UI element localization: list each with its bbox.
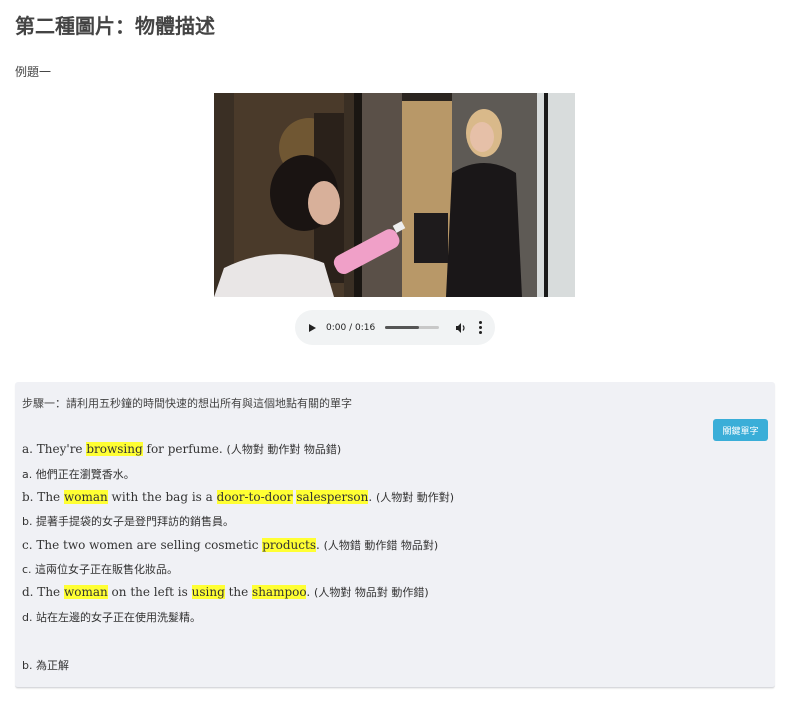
option-text-segment: d. The: [22, 585, 64, 599]
option-d-en: d. The woman on the left is using the sh…: [22, 584, 429, 600]
option-text-segment: .: [316, 538, 324, 552]
option-en-text: a. They're browsing for perfume.: [22, 442, 227, 456]
option-text-segment: .: [368, 490, 377, 504]
highlighted-keyword: using: [191, 585, 225, 599]
answer-text: b. 為正解: [22, 659, 69, 672]
audio-time: 0:00 / 0:16: [326, 322, 376, 333]
example-photo: [214, 93, 575, 297]
option-text-segment: .: [306, 585, 315, 599]
audio-progress-slider[interactable]: [385, 326, 440, 329]
keyword-button[interactable]: 關鍵單字: [713, 419, 768, 441]
option-a-zh: a. 他們正在瀏覽香水。: [22, 468, 135, 481]
option-c-zh: c. 這兩位女子正在販售化妝品。: [22, 563, 179, 576]
highlighted-keyword: woman: [63, 490, 108, 504]
step-instruction: 步驟一：請利用五秒鐘的時間快速的想出所有與這個地點有關的單字: [22, 397, 352, 410]
step-panel: 步驟一：請利用五秒鐘的時間快速的想出所有與這個地點有關的單字 關鍵單字 a. T…: [15, 382, 775, 688]
option-text-segment: c. The two women are selling cosmetic: [22, 538, 263, 552]
highlighted-keyword: door-to-door: [216, 490, 293, 504]
more-options-icon[interactable]: [479, 321, 483, 334]
option-en-text: b. The woman with the bag is a door-to-d…: [22, 490, 376, 504]
option-text-segment: the: [224, 585, 253, 599]
option-d-zh: d. 站在左邊的女子正在使用洗髮精。: [22, 611, 201, 624]
audio-player[interactable]: 0:00 / 0:16: [295, 310, 495, 345]
highlighted-keyword: products: [262, 538, 316, 552]
example-label: 例題一: [15, 65, 52, 79]
option-b-en: b. The woman with the bag is a door-to-d…: [22, 489, 454, 505]
option-text-segment: a. They're: [22, 442, 87, 456]
highlighted-keyword: woman: [63, 585, 108, 599]
option-tag: (人物錯 動作錯 物品對): [323, 539, 439, 552]
option-c-en: c. The two women are selling cosmetic pr…: [22, 537, 438, 553]
highlighted-keyword: browsing: [86, 442, 143, 456]
option-en-text: d. The woman on the left is using the sh…: [22, 585, 314, 599]
option-tag: (人物對 物品對 動作錯): [314, 586, 429, 599]
page-title: 第二種圖片：物體描述: [15, 14, 215, 38]
option-text-segment: with the bag is a: [107, 490, 217, 504]
audio-progress-fill: [385, 326, 419, 329]
option-text-segment: on the left is: [107, 585, 192, 599]
option-b-zh: b. 提著手提袋的女子是登門拜訪的銷售員。: [22, 515, 234, 528]
option-text-segment: for perfume.: [142, 442, 227, 456]
option-text-segment: b. The: [22, 490, 64, 504]
play-icon[interactable]: [309, 323, 316, 332]
option-en-text: c. The two women are selling cosmetic pr…: [22, 538, 324, 552]
option-a-en: a. They're browsing for perfume. (人物對 動作…: [22, 441, 341, 457]
highlighted-keyword: shampoo: [252, 585, 307, 599]
option-tag: (人物對 動作對 物品錯): [226, 443, 342, 456]
highlighted-keyword: salesperson: [296, 490, 369, 504]
option-tag: (人物對 動作對): [376, 491, 455, 504]
volume-icon[interactable]: [455, 322, 467, 334]
